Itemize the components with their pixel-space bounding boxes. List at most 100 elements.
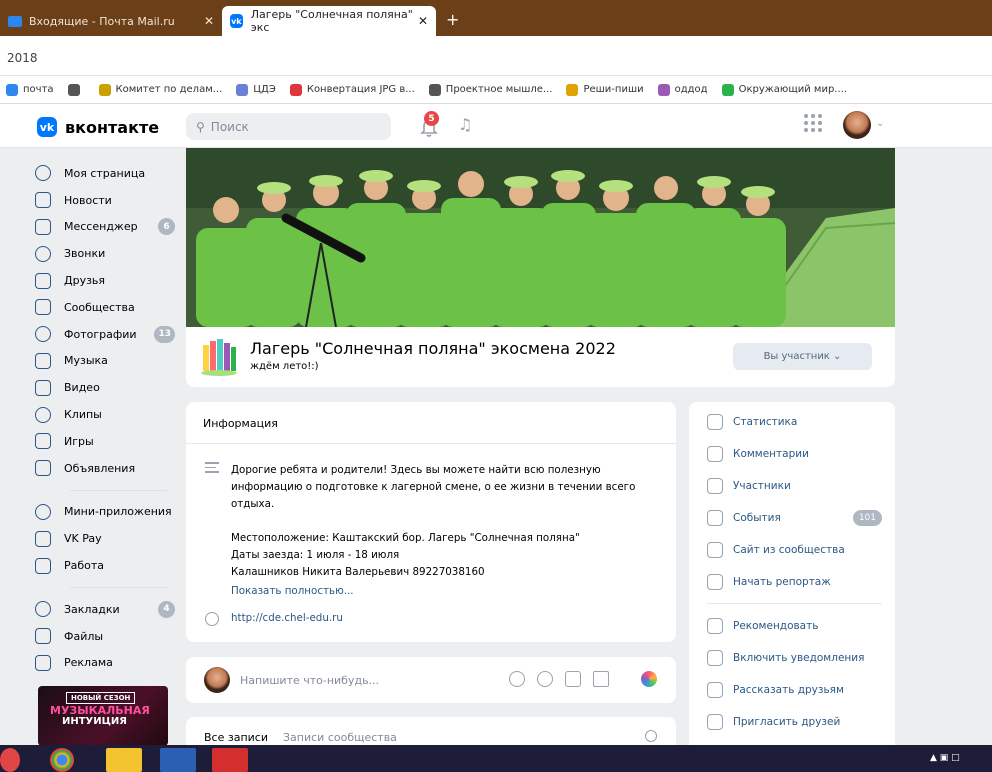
action-item[interactable]: Статистика xyxy=(707,414,882,430)
sidebar-item[interactable]: Видео xyxy=(35,374,175,401)
action-item[interactable]: Сайт из сообщества xyxy=(707,542,882,558)
member-button[interactable]: Вы участник ⌄ xyxy=(733,343,872,370)
sidebar-item-label: Мессенджер xyxy=(64,220,138,234)
camera-icon[interactable] xyxy=(509,671,525,687)
sidebar-item-badge: 4 xyxy=(158,600,175,618)
sidebar-group-main: Моя страница Новости Мессенджер 6 Звонки Друз… xyxy=(35,160,175,482)
tab-all-posts[interactable]: Все записи xyxy=(204,731,268,744)
sidebar-item[interactable]: Игры xyxy=(35,428,175,455)
address-row: 2018 xyxy=(0,36,992,76)
sidebar-item[interactable]: Файлы xyxy=(35,623,175,650)
video-icon[interactable] xyxy=(537,671,553,687)
address-text[interactable]: 2018 xyxy=(7,51,38,65)
group-avatar[interactable] xyxy=(199,337,239,377)
sidebar-item-icon xyxy=(35,299,51,316)
action-item[interactable]: Пригласить друзей xyxy=(707,714,882,730)
sidebar-item-label: Друзья xyxy=(64,274,106,288)
music-icon[interactable] xyxy=(565,671,581,687)
sidebar-item-badge: 13 xyxy=(154,325,175,343)
search-input[interactable]: ⚲ Поиск xyxy=(186,113,391,140)
avatar xyxy=(204,667,230,693)
sidebar-item[interactable]: Реклама xyxy=(35,650,175,677)
sidebar-item[interactable]: Работа xyxy=(35,552,175,579)
bookmark-item[interactable]: Реши-пиши xyxy=(566,83,644,96)
sidebar-item-label: Закладки xyxy=(64,602,120,616)
new-tab-button[interactable]: + xyxy=(446,12,459,28)
sidebar-item[interactable]: Мини-приложения xyxy=(35,499,175,526)
bookmark-item[interactable]: Окружающий мир.... xyxy=(721,83,847,96)
action-item[interactable]: Включить уведомления xyxy=(707,650,882,666)
action-item[interactable]: События 101 xyxy=(707,510,882,526)
system-tray-icons[interactable]: ▲ ▣ □ xyxy=(930,753,960,763)
sidebar-item[interactable]: VK Pay xyxy=(35,525,175,552)
sidebar-item[interactable]: Сообщества xyxy=(35,294,175,321)
bookmark-item[interactable]: оддод xyxy=(657,83,708,96)
sidebar-item[interactable]: Звонки xyxy=(35,240,175,267)
bookmarks-bar: почта Комитет по делам... ЦДЭ Конвертация J… xyxy=(0,76,992,104)
close-tab-icon[interactable]: ✕ xyxy=(418,14,428,28)
bookmark-item[interactable]: Комитет по делам... xyxy=(98,83,222,96)
globe-icon xyxy=(205,612,219,626)
divider xyxy=(707,603,882,604)
sidebar-item[interactable]: Мессенджер 6 xyxy=(35,214,175,241)
site-link[interactable]: http://cde.chel-edu.ru xyxy=(231,612,343,624)
text-format-icon[interactable] xyxy=(593,671,609,687)
sidebar-item[interactable]: Фотографии 13 xyxy=(35,321,175,348)
sidebar: Моя страница Новости Мессенджер 6 Звонки Друз… xyxy=(35,160,175,676)
sidebar-item[interactable]: Клипы xyxy=(35,401,175,428)
sidebar-item[interactable]: Объявления xyxy=(35,455,175,482)
pdf-icon[interactable] xyxy=(212,748,248,772)
sidebar-item-label: Файлы xyxy=(64,629,104,643)
show-more-link[interactable]: Показать полностью... xyxy=(231,585,354,597)
tab-mail[interactable]: Входящие - Почта Mail.ru ✕ xyxy=(0,6,222,36)
sidebar-item[interactable]: Закладки 4 xyxy=(35,596,175,623)
tab-community-posts[interactable]: Записи сообщества xyxy=(283,731,397,744)
location-text: Местоположение: Каштакский бор. Лагерь "… xyxy=(231,532,580,544)
chevron-down-icon[interactable]: ⌄ xyxy=(876,118,884,129)
bookmark-label: оддод xyxy=(674,84,708,95)
action-label: Пригласить друзей xyxy=(733,716,841,728)
post-input[interactable]: Напишите что-нибудь... xyxy=(240,674,379,687)
mail-icon xyxy=(8,15,22,27)
tab-vk[interactable]: vk Лагерь "Солнечная поляна" экс ✕ xyxy=(222,6,436,36)
action-item[interactable]: Начать репортаж xyxy=(707,574,882,590)
start-icon[interactable] xyxy=(0,748,20,772)
action-item[interactable]: Рекомендовать xyxy=(707,618,882,634)
action-icon xyxy=(707,714,723,730)
sidebar-item[interactable]: Моя страница xyxy=(35,160,175,187)
bookmark-item[interactable]: почта xyxy=(6,83,54,96)
bookmark-item[interactable]: Конвертация JPG в... xyxy=(289,83,415,96)
bookmark-icon xyxy=(428,83,441,96)
sidebar-item-icon xyxy=(35,352,51,369)
bookmark-item[interactable]: ЦДЭ xyxy=(236,83,276,96)
action-item[interactable]: Комментарии xyxy=(707,446,882,462)
description-text: Дорогие ребята и родители! Здесь вы може… xyxy=(231,464,636,510)
chevron-down-icon: ⌄ xyxy=(829,351,842,362)
bookmark-item[interactable] xyxy=(67,83,85,96)
action-item[interactable]: Рассказать друзьям xyxy=(707,682,882,698)
sidebar-item[interactable]: Музыка xyxy=(35,348,175,375)
search-icon[interactable] xyxy=(645,730,657,742)
music-icon[interactable]: ♫ xyxy=(458,115,472,134)
vk-logo[interactable]: vk вконтакте xyxy=(37,117,159,137)
sidebar-item[interactable]: Друзья xyxy=(35,267,175,294)
promo-banner[interactable]: НОВЫЙ СЕЗОН МУЗЫКАЛЬНАЯ ИНТУИЦИЯ xyxy=(38,686,168,746)
action-item[interactable]: Участники xyxy=(707,478,882,494)
action-icon xyxy=(707,510,723,526)
word-icon[interactable] xyxy=(160,748,196,772)
sidebar-item-label: Работа xyxy=(64,559,105,573)
info-title: Информация xyxy=(203,417,278,430)
bookmark-item[interactable]: Проектное мышле... xyxy=(428,83,552,96)
sidebar-item[interactable]: Новости xyxy=(35,187,175,214)
sidebar-item-label: Объявления xyxy=(64,461,136,475)
ai-assistant-icon[interactable] xyxy=(641,671,657,687)
avatar[interactable] xyxy=(843,111,871,139)
bookmark-icon xyxy=(657,83,670,96)
contact-text: Калашников Никита Валерьевич 89227038160 xyxy=(231,566,485,578)
folder-icon[interactable] xyxy=(106,748,142,772)
apps-grid-icon[interactable] xyxy=(804,114,822,132)
chrome-icon[interactable] xyxy=(50,748,74,772)
vk-logo-text: вконтакте xyxy=(65,117,160,137)
sidebar-item-icon xyxy=(35,557,51,574)
close-tab-icon[interactable]: ✕ xyxy=(204,14,214,28)
